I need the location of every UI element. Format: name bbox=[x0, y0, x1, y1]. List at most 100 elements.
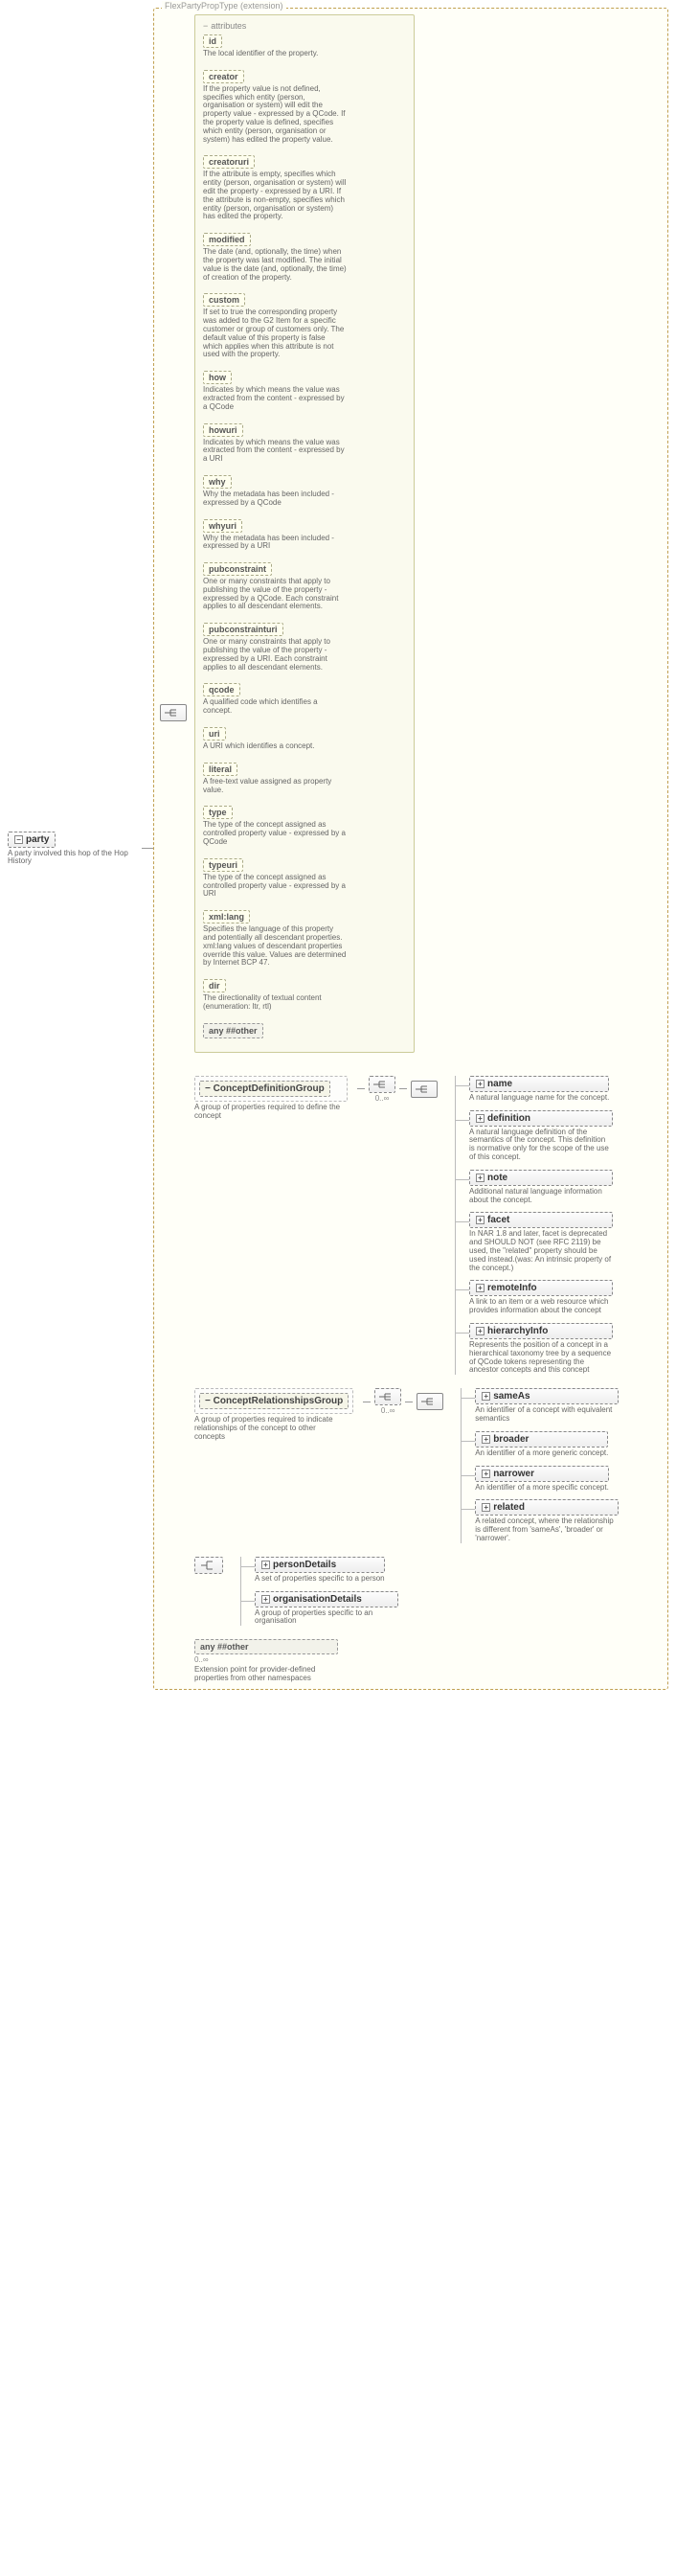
attribute-type: type The type of the concept assigned as … bbox=[203, 806, 406, 846]
attribute-dir: dirThe directionality of textual content… bbox=[203, 979, 406, 1012]
occurs-label: 0..∞ bbox=[381, 1406, 395, 1415]
expander-icon[interactable]: + bbox=[476, 1080, 484, 1088]
extension-container: FlexPartyPropType (extension) − attribut… bbox=[153, 8, 668, 1690]
attribute-desc: Indicates by which means the value was e… bbox=[203, 386, 347, 411]
element-box: +broader bbox=[475, 1431, 608, 1448]
attribute-desc: The date (and, optionally, the time) whe… bbox=[203, 248, 347, 282]
any-desc: Extension point for provider-defined pro… bbox=[194, 1666, 338, 1683]
expander-icon[interactable]: + bbox=[476, 1327, 484, 1335]
attribute-name: creatoruri bbox=[203, 155, 255, 169]
attribute-name: qcode bbox=[203, 683, 240, 696]
expander-icon[interactable]: + bbox=[261, 1561, 270, 1569]
expander-icon[interactable]: + bbox=[476, 1216, 484, 1224]
expander-icon[interactable]: + bbox=[482, 1392, 490, 1401]
attribute-name: pubconstraint bbox=[203, 562, 272, 576]
attribute-desc: The directionality of textual content (e… bbox=[203, 994, 347, 1012]
element-name: personDetails bbox=[273, 1560, 336, 1570]
element-box: +sameAs bbox=[475, 1388, 619, 1404]
attribute-pubconstrainturi: pubconstrainturiOne or many constraints … bbox=[203, 623, 406, 672]
element-name: sameAs bbox=[493, 1391, 530, 1402]
details-choice-row: +personDetailsA set of properties specif… bbox=[194, 1557, 619, 1626]
expander-icon[interactable]: − bbox=[205, 1083, 211, 1094]
element-definition: +definitionA natural language definition… bbox=[469, 1110, 613, 1162]
attribute-modified: modified The date (and, optionally, the t… bbox=[203, 233, 406, 282]
attribute-creator: creatorIf the property value is not defi… bbox=[203, 70, 406, 145]
concept-relationships-group-row: − ConceptRelationshipsGroup A group of p… bbox=[194, 1388, 619, 1543]
attribute-desc: Indicates by which means the value was e… bbox=[203, 439, 347, 464]
attribute-desc: The type of the concept assigned as cont… bbox=[203, 821, 347, 846]
expander-icon[interactable]: + bbox=[482, 1470, 490, 1478]
attribute-name: xml:lang bbox=[203, 910, 250, 923]
attrs-any: any ##other bbox=[203, 1023, 263, 1038]
expander-icon[interactable]: + bbox=[476, 1284, 484, 1292]
element-box: +remoteInfo bbox=[469, 1280, 613, 1296]
attribute-name: type bbox=[203, 806, 233, 819]
group-desc: A group of properties required to indica… bbox=[194, 1416, 348, 1441]
expander-icon[interactable]: − bbox=[203, 21, 208, 31]
attribute-desc: Specifies the language of this property … bbox=[203, 925, 347, 968]
expander-icon[interactable]: − bbox=[14, 835, 23, 844]
attribute-name: literal bbox=[203, 763, 237, 776]
element-desc: An identifier of a more specific concept… bbox=[475, 1484, 609, 1493]
attribute-typeuri: typeuri The type of the concept assigned … bbox=[203, 858, 406, 899]
element-name: broader bbox=[493, 1434, 529, 1445]
element-personDetails: +personDetails A set of properties specif… bbox=[255, 1557, 398, 1584]
expander-icon[interactable]: + bbox=[261, 1595, 270, 1604]
attribute-desc: If set to true the corresponding propert… bbox=[203, 308, 347, 359]
element-desc: Represents the position of a concept in … bbox=[469, 1341, 613, 1375]
element-desc: A set of properties specific to a person bbox=[255, 1575, 385, 1584]
attribute-desc: Why the metadata has been included - exp… bbox=[203, 490, 347, 508]
element-name: note bbox=[487, 1173, 507, 1183]
any-other-element: any ##other bbox=[194, 1639, 338, 1654]
element-name: hierarchyInfo bbox=[487, 1326, 548, 1336]
element-name: narrower bbox=[493, 1469, 534, 1479]
attribute-name: modified bbox=[203, 233, 251, 246]
expander-icon[interactable]: + bbox=[476, 1174, 484, 1182]
element-name: remoteInfo bbox=[487, 1283, 537, 1293]
sequence-icon bbox=[160, 704, 187, 721]
attribute-how: how Indicates by which means the value wa… bbox=[203, 371, 406, 411]
attribute-name: typeuri bbox=[203, 858, 243, 872]
element-broader: +broaderAn identifier of a more generic … bbox=[475, 1431, 619, 1458]
element-desc: Additional natural language information … bbox=[469, 1188, 613, 1205]
occurs-label: 0..∞ bbox=[375, 1094, 390, 1103]
attribute-xml-lang: xml:lang Specifies the language of this p… bbox=[203, 910, 406, 968]
element-related: +relatedA related concept, where the rel… bbox=[475, 1499, 619, 1542]
attributes-panel: − attributes idThe local identifier of t… bbox=[194, 14, 415, 1053]
element-organisationDetails: +organisationDetailsA group of propertie… bbox=[255, 1591, 398, 1627]
expander-icon[interactable]: + bbox=[476, 1114, 484, 1123]
attribute-literal: literalA free-text value assigned as pro… bbox=[203, 763, 406, 795]
root-desc: A party involved this hop of the Hop His… bbox=[8, 850, 142, 867]
attribute-desc: The local identifier of the property. bbox=[203, 50, 347, 58]
element-narrower: +narrower An identifier of a more specifi… bbox=[475, 1466, 619, 1493]
element-hierarchyInfo: +hierarchyInfo Represents the position of… bbox=[469, 1323, 613, 1375]
expander-icon[interactable]: + bbox=[482, 1435, 490, 1444]
attribute-id: id The local identifier of the property. bbox=[203, 34, 406, 58]
expander-icon[interactable]: + bbox=[482, 1503, 490, 1512]
expander-icon[interactable]: − bbox=[205, 1396, 211, 1406]
sequence-icon bbox=[411, 1081, 438, 1098]
attribute-why: whyWhy the metadata has been included - … bbox=[203, 475, 406, 508]
attribute-name: uri bbox=[203, 727, 226, 741]
attribute-name: id bbox=[203, 34, 222, 48]
element-desc: In NAR 1.8 and later, facet is deprecate… bbox=[469, 1230, 613, 1272]
element-desc: An identifier of a more generic concept. bbox=[475, 1449, 608, 1458]
extension-label: FlexPartyPropType (extension) bbox=[162, 1, 286, 11]
element-note: +note Additional natural language informa… bbox=[469, 1170, 613, 1205]
element-name: name bbox=[487, 1079, 512, 1089]
element-box: +hierarchyInfo bbox=[469, 1323, 613, 1339]
concept-relationships-group: − ConceptRelationshipsGroup bbox=[194, 1388, 353, 1414]
choice-icon bbox=[194, 1557, 223, 1574]
element-box: +organisationDetails bbox=[255, 1591, 398, 1607]
element-box: +narrower bbox=[475, 1466, 609, 1482]
attribute-name: how bbox=[203, 371, 232, 384]
element-name: related bbox=[493, 1502, 525, 1513]
attribute-desc: The type of the concept assigned as cont… bbox=[203, 874, 347, 899]
element-name: +nameA natural language name for the con… bbox=[469, 1076, 613, 1103]
element-name: facet bbox=[487, 1215, 509, 1225]
attribute-desc: A qualified code which identifies a conc… bbox=[203, 698, 347, 716]
attribute-desc: One or many constraints that apply to pu… bbox=[203, 578, 347, 611]
element-box: +facet bbox=[469, 1212, 613, 1228]
attribute-name: pubconstrainturi bbox=[203, 623, 283, 636]
concept-definition-group: − ConceptDefinitionGroup bbox=[194, 1076, 348, 1102]
